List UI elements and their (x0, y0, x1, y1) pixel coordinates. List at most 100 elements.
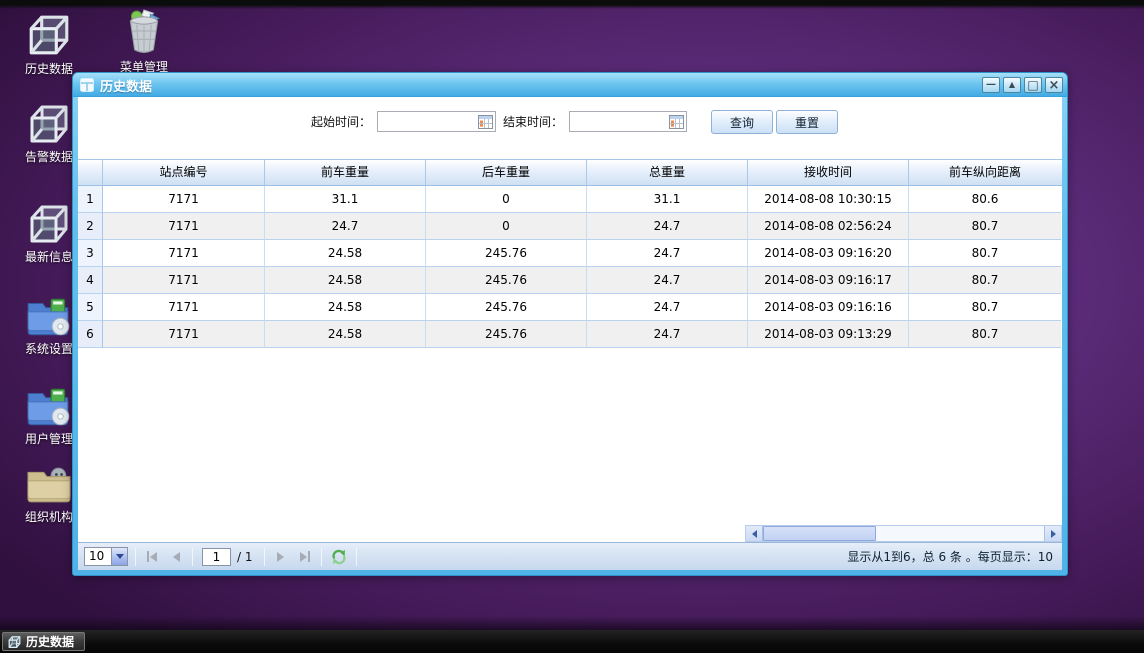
table-cell[interactable]: 0 (426, 213, 587, 240)
refresh-button[interactable] (329, 547, 349, 567)
row-number-cell: 4 (78, 267, 103, 294)
table-cell[interactable]: 80.7 (909, 267, 1061, 294)
column-header[interactable]: 站点编号 (103, 160, 265, 185)
calendar-icon[interactable] (669, 114, 684, 129)
table-row[interactable]: 1717131.1031.12014-08-08 10:30:1580.6 (78, 186, 1062, 213)
first-page-button[interactable] (143, 548, 161, 566)
desktop-icon-label: 告警数据 (25, 148, 73, 165)
column-header[interactable]: 前车纵向距离 (909, 160, 1061, 185)
row-number-cell: 1 (78, 186, 103, 213)
query-button[interactable]: 查询 (711, 110, 773, 134)
table-cell[interactable]: 7171 (103, 321, 265, 348)
data-grid: 站点编号前车重量后车重量总重量接收时间前车纵向距离 1717131.1031.1… (78, 159, 1062, 542)
horizontal-scrollbar[interactable] (745, 525, 1062, 542)
desktop-icon-menu-manage[interactable]: 菜单管理 (108, 8, 180, 75)
table-cell[interactable]: 2014-08-03 09:13:29 (748, 321, 909, 348)
triangle-left-icon (173, 552, 180, 562)
cube-icon (24, 202, 74, 246)
window-body: 起始时间： 结束时间： 查询 重置 站点编号前车重 (78, 97, 1062, 570)
table-cell[interactable]: 24.58 (265, 267, 426, 294)
maximize-button[interactable]: □ (1024, 77, 1042, 93)
page-total-label: / 1 (237, 550, 253, 564)
chevron-down-icon[interactable] (111, 548, 127, 565)
table-cell[interactable]: 24.58 (265, 294, 426, 321)
triangle-left-icon (752, 530, 757, 538)
table-cell[interactable]: 24.7 (587, 294, 748, 321)
table-row[interactable]: 2717124.7024.72014-08-08 02:56:2480.7 (78, 213, 1062, 240)
table-body: 1717131.1031.12014-08-08 10:30:1580.6271… (78, 186, 1062, 348)
desktop-icon-history-data[interactable]: 历史数据 (13, 12, 85, 77)
table-cell[interactable]: 80.7 (909, 213, 1061, 240)
page-number-input[interactable] (202, 548, 231, 566)
toolbar-separator (321, 548, 322, 566)
software-folder-icon (25, 384, 73, 428)
taskbar-item-history-data[interactable]: 历史数据 (2, 632, 85, 651)
desktop-icon-label: 系统设置 (25, 340, 73, 357)
table-cell[interactable]: 245.76 (426, 321, 587, 348)
table-cell[interactable]: 24.7 (587, 213, 748, 240)
toolbar-separator (264, 548, 265, 566)
table-row[interactable]: 4717124.58245.7624.72014-08-03 09:16:178… (78, 267, 1062, 294)
table-cell[interactable]: 2014-08-03 09:16:20 (748, 240, 909, 267)
table-cell[interactable]: 80.7 (909, 321, 1061, 348)
table-row[interactable]: 5717124.58245.7624.72014-08-03 09:16:168… (78, 294, 1062, 321)
row-number-cell: 3 (78, 240, 103, 267)
table-cell[interactable]: 31.1 (265, 186, 426, 213)
table-cell[interactable]: 24.58 (265, 321, 426, 348)
shade-button[interactable]: ▲ (1003, 77, 1021, 93)
scrollbar-thumb[interactable] (763, 526, 876, 541)
window-titlebar[interactable]: 历史数据 — ▲ □ × (73, 73, 1067, 97)
table-cell[interactable]: 2014-08-03 09:16:17 (748, 267, 909, 294)
end-time-label: 结束时间： (503, 112, 569, 132)
column-header[interactable]: 接收时间 (748, 160, 909, 185)
table-cell[interactable]: 245.76 (426, 240, 587, 267)
table-cell[interactable]: 2014-08-03 09:16:16 (748, 294, 909, 321)
window-title-grid-icon (80, 78, 94, 92)
triangle-right-icon (277, 552, 284, 562)
table-cell[interactable]: 7171 (103, 240, 265, 267)
table-cell[interactable]: 7171 (103, 267, 265, 294)
minimize-button[interactable]: — (982, 77, 1000, 93)
page-size-select[interactable]: 10 (84, 547, 128, 566)
table-cell[interactable]: 24.58 (265, 240, 426, 267)
cube-icon (24, 102, 74, 146)
scroll-left-button[interactable] (746, 526, 763, 541)
table-cell[interactable]: 31.1 (587, 186, 748, 213)
table-cell[interactable]: 24.7 (265, 213, 426, 240)
column-header[interactable]: 后车重量 (426, 160, 587, 185)
prev-page-button[interactable] (167, 548, 185, 566)
table-cell[interactable]: 245.76 (426, 294, 587, 321)
close-button[interactable]: × (1045, 77, 1063, 93)
table-cell[interactable]: 7171 (103, 294, 265, 321)
scroll-right-button[interactable] (1044, 526, 1061, 541)
table-cell[interactable]: 24.7 (587, 240, 748, 267)
refresh-icon (331, 549, 347, 565)
last-page-button[interactable] (296, 548, 314, 566)
table-cell[interactable]: 80.7 (909, 294, 1061, 321)
table-cell[interactable]: 245.76 (426, 267, 587, 294)
row-number-cell: 2 (78, 213, 103, 240)
table-cell[interactable]: 2014-08-08 10:30:15 (748, 186, 909, 213)
software-folder-icon (25, 294, 73, 338)
table-row[interactable]: 6717124.58245.7624.72014-08-03 09:13:298… (78, 321, 1062, 348)
table-cell[interactable]: 80.6 (909, 186, 1061, 213)
table-cell[interactable]: 2014-08-08 02:56:24 (748, 213, 909, 240)
table-cell[interactable]: 80.7 (909, 240, 1061, 267)
desktop-icon-label: 最新信息 (25, 248, 73, 265)
table-cell[interactable]: 7171 (103, 213, 265, 240)
pagination-summary: 显示从1到6，总 6 条 。每页显示：10 (847, 548, 1056, 565)
table-row[interactable]: 3717124.58245.7624.72014-08-03 09:16:208… (78, 240, 1062, 267)
start-time-label: 起始时间： (311, 112, 377, 132)
calendar-icon[interactable] (478, 114, 493, 129)
desktop-icon-label: 组织机构 (25, 508, 73, 525)
next-page-button[interactable] (272, 548, 290, 566)
column-header[interactable]: 总重量 (587, 160, 748, 185)
table-cell[interactable]: 24.7 (587, 267, 748, 294)
column-header[interactable]: 前车重量 (265, 160, 426, 185)
table-cell[interactable]: 24.7 (587, 321, 748, 348)
header-corner-cell (78, 160, 103, 185)
table-cell[interactable]: 7171 (103, 186, 265, 213)
scrollbar-track[interactable] (876, 526, 1044, 541)
table-cell[interactable]: 0 (426, 186, 587, 213)
reset-button[interactable]: 重置 (776, 110, 838, 134)
